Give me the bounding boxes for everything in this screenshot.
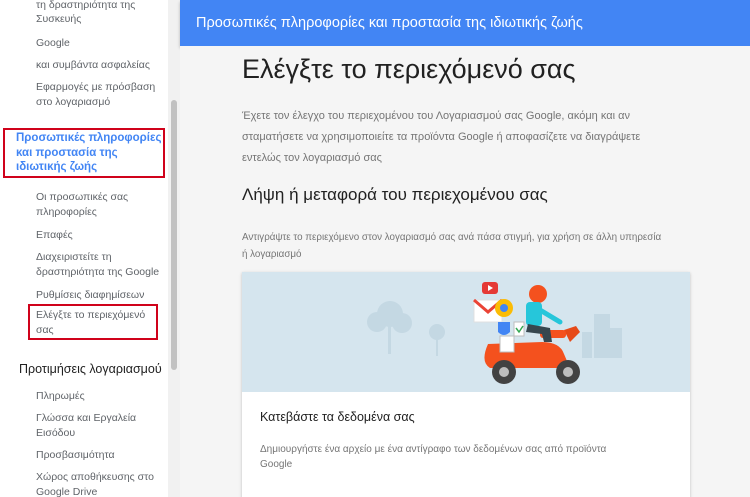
- scooter-illustration: [242, 272, 690, 392]
- sidebar-item-language-tools[interactable]: Γλώσσα και Εργαλεία: [36, 411, 168, 426]
- main-content: Ελέγξτε το περιεχόμενό σας Έχετε τον έλε…: [180, 46, 750, 497]
- sidebar-item-accessibility[interactable]: Προσβασιμότητα: [36, 448, 168, 463]
- sidebar: τη δραστηριότητα της Συσκευής Google και…: [0, 0, 168, 497]
- delivery-scooter-icon: [242, 282, 690, 392]
- intro-text: Έχετε τον έλεγχο του περιεχομένου του Λο…: [242, 110, 641, 164]
- sidebar-item-language-tools-cont[interactable]: Εισόδου: [36, 426, 168, 441]
- section-description: Αντιγράψτε το περιεχόμενο στον λογαριασμ…: [242, 232, 662, 260]
- header-title: Προσωπικές πληροφορίες και προστασία της…: [196, 15, 583, 31]
- sidebar-item-control-content[interactable]: Ελέγξτε το περιεχόμενό: [36, 308, 158, 323]
- section-heading: Λήψη ή μεταφορά του περιεχομένου σας: [242, 185, 548, 204]
- sidebar-item-personal-info[interactable]: Οι προσωπικές σας: [36, 190, 168, 205]
- sidebar-item-connected-apps-cont[interactable]: στο λογαριασμό: [36, 95, 168, 110]
- sidebar-item-payments[interactable]: Πληρωμές: [36, 389, 168, 404]
- sidebar-item-google-activity[interactable]: Διαχειριστείτε τη: [36, 250, 168, 265]
- sidebar-item-ad-settings[interactable]: Ρυθμίσεις διαφημίσεων: [36, 288, 168, 303]
- top-app-bar: Προσωπικές πληροφορίες και προστασία της…: [180, 0, 750, 46]
- sidebar-item-drive-storage-cont[interactable]: Google Drive: [36, 485, 168, 497]
- sidebar-item-google[interactable]: Google: [36, 36, 168, 51]
- sidebar-item-personal-info-cont[interactable]: πληροφορίες: [36, 205, 168, 220]
- sidebar-scroll-thumb[interactable]: [171, 100, 177, 370]
- sidebar-item-control-content-cont[interactable]: σας: [36, 323, 168, 338]
- sidebar-item-google-activity-cont[interactable]: δραστηριότητα της Google: [36, 265, 168, 280]
- sidebar-item-security-events[interactable]: και συμβάντα ασφαλείας: [36, 58, 168, 73]
- download-data-card[interactable]: Κατεβάστε τα δεδομένα σας Δημιουργήστε έ…: [242, 272, 690, 497]
- sidebar-section-privacy[interactable]: Προσωπικές πληροφορίες και προστασία της…: [16, 131, 166, 175]
- sidebar-item-device-activity[interactable]: τη δραστηριότητα της Συσκευής: [36, 0, 156, 26]
- card-description: Δημιουργήστε ένα αρχείο με ένα αντίγραφο…: [260, 444, 607, 470]
- card-title[interactable]: Κατεβάστε τα δεδομένα σας: [260, 410, 415, 424]
- sidebar-item-drive-storage[interactable]: Χώρος αποθήκευσης στο: [36, 470, 168, 485]
- sidebar-item-contacts[interactable]: Επαφές: [36, 228, 168, 243]
- page-title: Ελέγξτε το περιεχόμενό σας: [242, 54, 576, 84]
- sidebar-section-account-preferences[interactable]: Προτιμήσεις λογαριασμού: [19, 361, 167, 377]
- sidebar-item-connected-apps[interactable]: Εφαρμογές με πρόσβαση: [36, 80, 168, 95]
